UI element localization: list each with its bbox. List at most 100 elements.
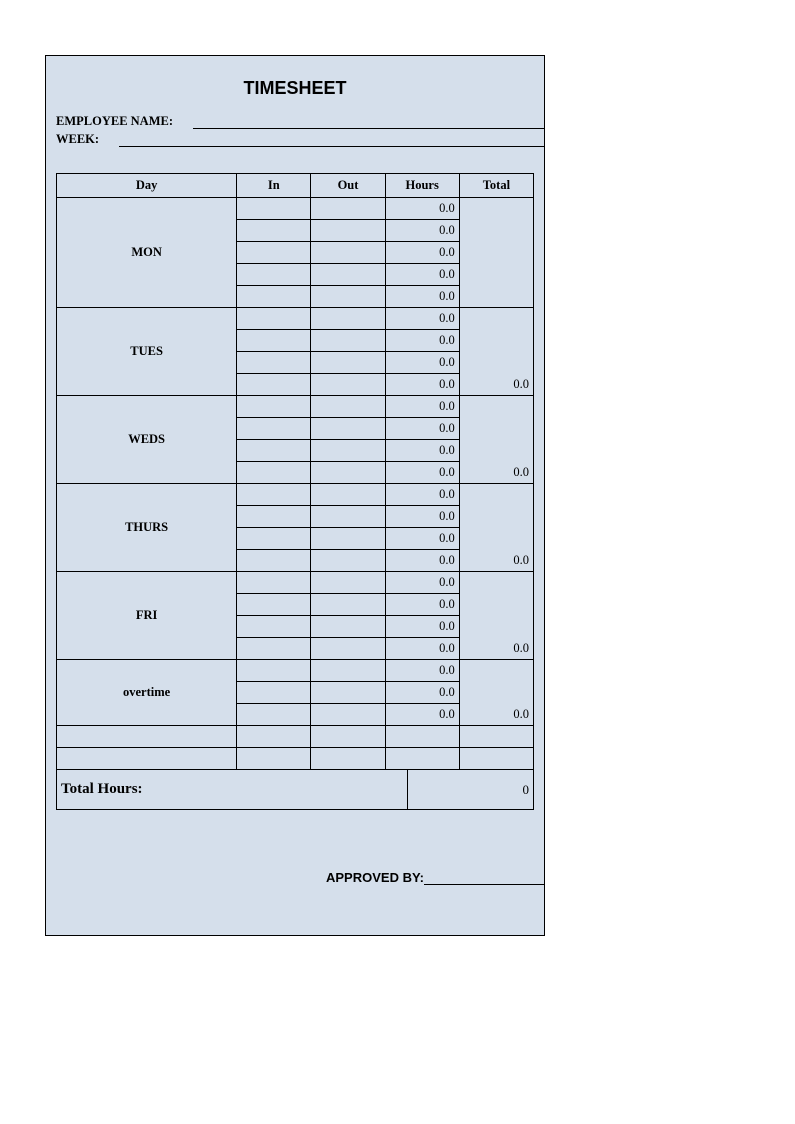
employee-name-input-line[interactable] (193, 113, 544, 129)
hours-cell (385, 726, 459, 748)
hours-cell: 0.0 (385, 198, 459, 220)
table-row: overtime0.00.0 (57, 660, 534, 682)
total-hours-value: 0 (407, 770, 533, 809)
out-cell[interactable] (311, 440, 385, 462)
approved-by-label: APPROVED BY: (326, 870, 424, 885)
table-body: MON0.00.00.00.00.0TUES0.00.00.00.00.0WED… (57, 198, 534, 770)
hours-cell: 0.0 (385, 506, 459, 528)
day-name-cell: MON (57, 198, 237, 308)
in-cell[interactable] (237, 704, 311, 726)
day-total-cell: 0.0 (459, 396, 533, 484)
out-cell[interactable] (311, 484, 385, 506)
hours-cell: 0.0 (385, 682, 459, 704)
out-cell[interactable] (311, 352, 385, 374)
hours-cell: 0.0 (385, 352, 459, 374)
out-cell[interactable] (311, 308, 385, 330)
in-cell[interactable] (237, 572, 311, 594)
total-hours-row: Total Hours: 0 (56, 770, 534, 810)
hours-cell: 0.0 (385, 572, 459, 594)
hours-cell: 0.0 (385, 330, 459, 352)
out-cell[interactable] (311, 462, 385, 484)
out-cell[interactable] (311, 682, 385, 704)
out-cell[interactable] (311, 220, 385, 242)
in-cell[interactable] (237, 286, 311, 308)
hours-cell: 0.0 (385, 638, 459, 660)
out-cell[interactable] (311, 264, 385, 286)
day-name-cell: WEDS (57, 396, 237, 484)
in-cell[interactable] (237, 418, 311, 440)
week-label: WEEK: (56, 132, 109, 147)
day-name-cell: overtime (57, 660, 237, 726)
table-row: WEDS0.00.0 (57, 396, 534, 418)
in-cell[interactable] (237, 726, 311, 748)
in-cell[interactable] (237, 330, 311, 352)
meta-block: EMPLOYEE NAME: WEEK: (46, 113, 544, 147)
hours-cell: 0.0 (385, 308, 459, 330)
in-cell[interactable] (237, 616, 311, 638)
out-cell[interactable] (311, 374, 385, 396)
in-cell[interactable] (237, 396, 311, 418)
out-cell[interactable] (311, 704, 385, 726)
in-cell[interactable] (237, 308, 311, 330)
header-day: Day (57, 174, 237, 198)
out-cell[interactable] (311, 242, 385, 264)
in-cell[interactable] (237, 484, 311, 506)
hours-cell: 0.0 (385, 242, 459, 264)
in-cell[interactable] (237, 440, 311, 462)
in-cell[interactable] (237, 506, 311, 528)
table-row: FRI0.00.0 (57, 572, 534, 594)
week-input-line[interactable] (119, 131, 544, 147)
out-cell[interactable] (311, 748, 385, 770)
in-cell[interactable] (237, 550, 311, 572)
day-total-cell: 0.0 (459, 308, 533, 396)
approved-by-input-line[interactable] (424, 871, 544, 885)
in-cell[interactable] (237, 462, 311, 484)
hours-cell: 0.0 (385, 440, 459, 462)
out-cell[interactable] (311, 286, 385, 308)
out-cell[interactable] (311, 506, 385, 528)
out-cell[interactable] (311, 550, 385, 572)
hours-cell: 0.0 (385, 484, 459, 506)
out-cell[interactable] (311, 198, 385, 220)
out-cell[interactable] (311, 418, 385, 440)
in-cell[interactable] (237, 374, 311, 396)
day-total-cell (459, 748, 533, 770)
in-cell[interactable] (237, 220, 311, 242)
header-out: Out (311, 174, 385, 198)
out-cell[interactable] (311, 660, 385, 682)
out-cell[interactable] (311, 572, 385, 594)
timesheet-table: Day In Out Hours Total MON0.00.00.00.00.… (56, 173, 534, 770)
out-cell[interactable] (311, 726, 385, 748)
hours-cell: 0.0 (385, 264, 459, 286)
hours-cell: 0.0 (385, 286, 459, 308)
in-cell[interactable] (237, 748, 311, 770)
day-name-cell (57, 748, 237, 770)
hours-cell: 0.0 (385, 594, 459, 616)
out-cell[interactable] (311, 330, 385, 352)
employee-name-label: EMPLOYEE NAME: (56, 114, 183, 129)
hours-cell: 0.0 (385, 704, 459, 726)
table-row: TUES0.00.0 (57, 308, 534, 330)
out-cell[interactable] (311, 396, 385, 418)
in-cell[interactable] (237, 198, 311, 220)
in-cell[interactable] (237, 528, 311, 550)
hours-cell: 0.0 (385, 374, 459, 396)
header-hours: Hours (385, 174, 459, 198)
in-cell[interactable] (237, 242, 311, 264)
in-cell[interactable] (237, 264, 311, 286)
out-cell[interactable] (311, 638, 385, 660)
hours-cell: 0.0 (385, 418, 459, 440)
in-cell[interactable] (237, 638, 311, 660)
in-cell[interactable] (237, 594, 311, 616)
day-name-cell: THURS (57, 484, 237, 572)
day-total-cell: 0.0 (459, 572, 533, 660)
in-cell[interactable] (237, 682, 311, 704)
out-cell[interactable] (311, 616, 385, 638)
out-cell[interactable] (311, 594, 385, 616)
out-cell[interactable] (311, 528, 385, 550)
in-cell[interactable] (237, 352, 311, 374)
table-row (57, 748, 534, 770)
day-total-cell (459, 726, 533, 748)
in-cell[interactable] (237, 660, 311, 682)
day-name-cell: FRI (57, 572, 237, 660)
